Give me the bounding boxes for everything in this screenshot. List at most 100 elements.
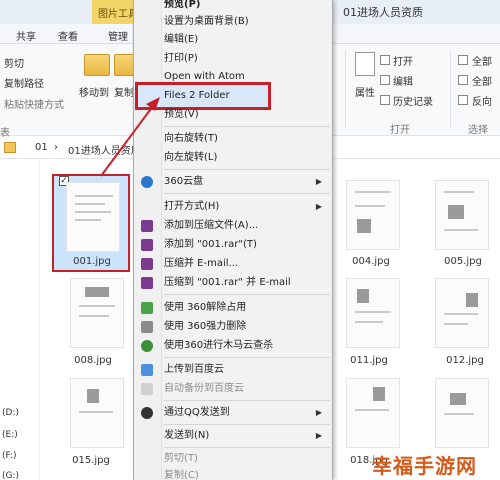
menu-item-label: 发送到(N) — [164, 430, 210, 441]
tab-share[interactable]: 共享 — [16, 28, 36, 43]
menu-item-open-atom[interactable]: Open with Atom — [164, 68, 245, 85]
file-name[interactable]: 008.jpg — [58, 355, 128, 366]
menu-separator — [164, 294, 330, 295]
file-name[interactable]: 004.jpg — [336, 256, 406, 267]
menu-item-label: 通过QQ发送到 — [164, 407, 230, 418]
file-name[interactable]: 011.jpg — [334, 355, 404, 366]
scan360-icon — [141, 340, 153, 352]
menu-item-scan360[interactable]: 使用360进行木马云查杀 — [164, 337, 273, 354]
winrar-icon — [141, 220, 153, 232]
menu-separator — [164, 424, 330, 425]
menu-item-cut[interactable]: 剪切(T) — [164, 450, 198, 467]
menu-separator — [164, 400, 330, 401]
drive-f[interactable]: (F:) — [2, 451, 17, 461]
select-all-button[interactable]: 全部 — [472, 53, 492, 68]
breadcrumb-folder[interactable]: 01进场人员资质 — [68, 142, 141, 157]
invert-selection-icon — [458, 95, 468, 105]
baidu-backup-icon — [141, 383, 153, 395]
menu-item-label: 打开方式(H) — [164, 201, 220, 212]
select-none-button[interactable]: 全部 — [472, 73, 492, 88]
menu-item-auto-backup-baidu[interactable]: 自动备份到百度云 — [164, 380, 244, 397]
file-thumbnail[interactable] — [435, 378, 489, 448]
copy-path-button[interactable]: 复制路径 — [4, 75, 44, 90]
watermark-logo: 幸福手游网 — [372, 454, 477, 478]
winrar-icon — [141, 239, 153, 251]
history-button[interactable]: 历史记录 — [393, 93, 433, 108]
open-icon — [380, 55, 390, 65]
submenu-arrow-icon: ▶ — [315, 431, 322, 440]
properties-icon[interactable] — [355, 52, 375, 76]
menu-separator — [164, 357, 330, 358]
menu-separator — [164, 447, 330, 448]
cut-button[interactable]: 剪切 — [4, 55, 24, 70]
invert-selection-button[interactable]: 反向 — [472, 93, 492, 108]
tab-manage[interactable]: 管理 — [108, 28, 128, 43]
menu-item-compress-email[interactable]: 压缩并 E-mail... — [164, 255, 238, 272]
file-thumbnail[interactable] — [70, 378, 124, 448]
file-thumbnail[interactable] — [70, 278, 124, 348]
submenu-arrow-icon: ▶ — [315, 202, 322, 211]
select-group-label: 选择 — [468, 125, 488, 136]
edit-button[interactable]: 编辑 — [393, 73, 413, 88]
drive-e[interactable]: (E:) — [2, 430, 18, 440]
paste-shortcut-button[interactable]: 粘贴快捷方式 — [4, 96, 64, 111]
menu-item-add-archive[interactable]: 添加到压缩文件(A)... — [164, 217, 258, 234]
menu-item-upload-baidu[interactable]: 上传到百度云 — [164, 361, 224, 378]
folder-icon — [4, 142, 16, 153]
navigation-pane: (D:) (E:) (F:) (G:) — [0, 160, 40, 480]
open-group-label: 打开 — [390, 125, 410, 136]
menu-item-rotate-left[interactable]: 向左旋转(L) — [164, 149, 217, 166]
move-to-icon[interactable] — [84, 54, 110, 76]
file-thumbnail[interactable] — [346, 378, 400, 448]
menu-item-open-with[interactable]: 打开方式(H) ▶ — [164, 198, 330, 215]
menu-item-label: 360云盘 — [164, 176, 204, 187]
menu-item-preview[interactable]: 预览(V) — [164, 106, 199, 123]
menu-separator — [164, 126, 330, 127]
menu-item-print[interactable]: 打印(P) — [164, 50, 198, 67]
tab-view[interactable]: 查看 — [58, 28, 78, 43]
unlock360-icon — [141, 302, 153, 314]
menu-item-files2folder[interactable]: Files 2 Folder — [164, 87, 230, 104]
menu-item-send-to[interactable]: 发送到(N) ▶ — [164, 427, 330, 444]
menu-item-set-desktop[interactable]: 设置为桌面背景(B) — [164, 13, 249, 30]
file-name[interactable]: 015.jpg — [56, 455, 126, 466]
shredder-icon — [141, 321, 153, 333]
select-none-icon — [458, 75, 468, 85]
properties-button[interactable]: 属性 — [355, 84, 375, 99]
picture-tools-tab[interactable]: 图片工具 — [92, 0, 138, 24]
file-thumbnail[interactable] — [435, 278, 489, 348]
menu-item-copy[interactable]: 复制(C) — [164, 467, 199, 480]
drive-d[interactable]: (D:) — [2, 408, 19, 418]
menu-item-unlock360[interactable]: 使用 360解除占用 — [164, 299, 246, 316]
window-title: 01进场人员资质 — [343, 6, 423, 19]
submenu-arrow-icon: ▶ — [315, 177, 322, 186]
baidu-cloud-icon — [141, 364, 153, 376]
open-button[interactable]: 打开 — [393, 53, 413, 68]
move-to-button[interactable]: 移动到 — [79, 84, 109, 99]
qq-penguin-icon — [141, 407, 153, 419]
cloud360-icon — [141, 176, 153, 188]
file-thumbnail[interactable] — [346, 180, 400, 250]
breadcrumb-root[interactable]: 01 — [35, 142, 48, 153]
ribbon-divider — [345, 50, 346, 128]
menu-item-add-rar[interactable]: 添加到 "001.rar"(T) — [164, 236, 257, 253]
drive-g[interactable]: (G:) — [2, 471, 19, 480]
file-thumbnail[interactable] — [66, 182, 120, 252]
file-name[interactable]: 005.jpg — [428, 256, 498, 267]
menu-item-rotate-right[interactable]: 向右旋转(T) — [164, 130, 218, 147]
file-thumbnail[interactable] — [435, 180, 489, 250]
menu-item-edit[interactable]: 编辑(E) — [164, 31, 198, 48]
submenu-arrow-icon: ▶ — [315, 408, 322, 417]
file-thumbnail[interactable] — [346, 278, 400, 348]
winrar-icon — [141, 277, 153, 289]
menu-item-cloud360[interactable]: 360云盘 ▶ — [164, 173, 330, 190]
menu-item-compress-rar-email[interactable]: 压缩到 "001.rar" 并 E-mail — [164, 274, 291, 291]
file-name[interactable]: 001.jpg — [57, 256, 127, 267]
menu-item-force-delete360[interactable]: 使用 360强力删除 — [164, 318, 246, 335]
copy-to-button[interactable]: 复制 — [114, 84, 134, 99]
menu-item-preview-top[interactable]: 预览(P) — [164, 0, 200, 13]
menu-item-send-qq[interactable]: 通过QQ发送到 ▶ — [164, 404, 330, 421]
file-name[interactable]: 012.jpg — [430, 355, 500, 366]
menu-separator — [164, 169, 330, 170]
menu-separator — [164, 193, 330, 194]
